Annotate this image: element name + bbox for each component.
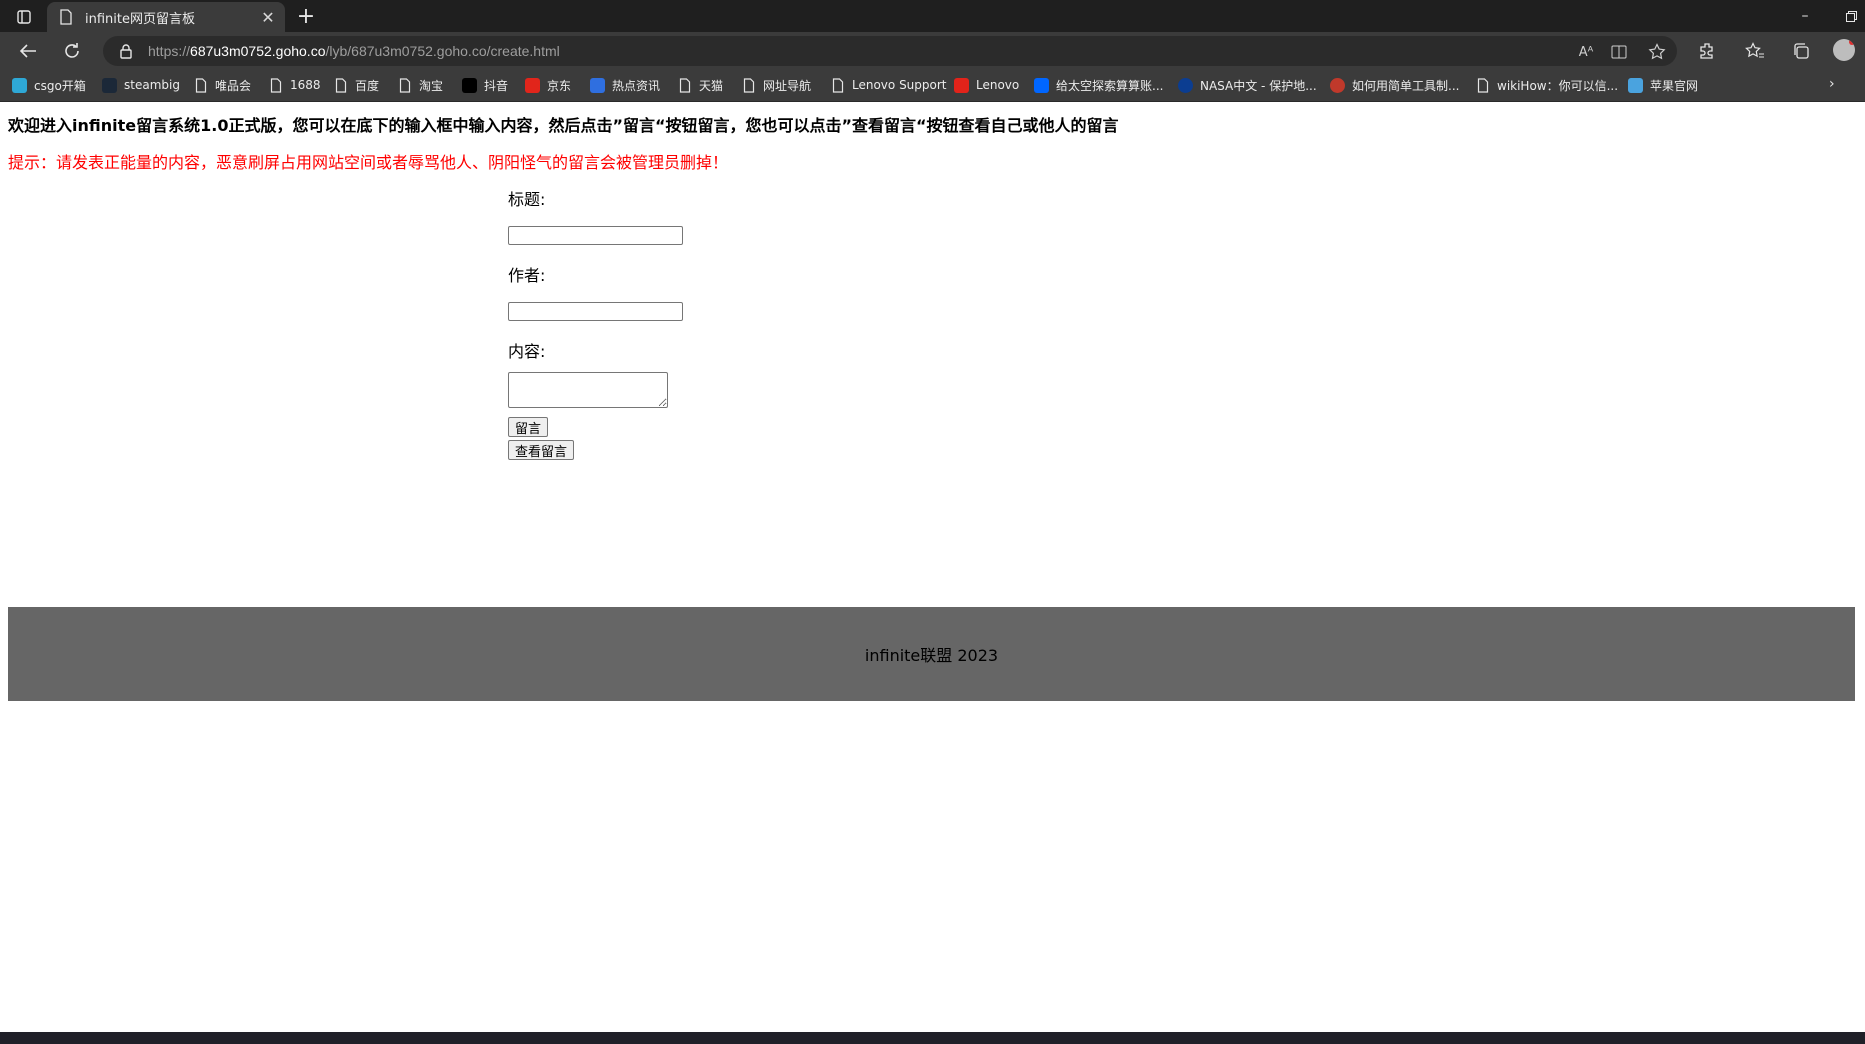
bookmark-label: Lenovo Support: [852, 78, 947, 92]
read-aloud-icon[interactable]: Aᴬ: [1577, 43, 1595, 61]
close-tab-icon[interactable]: ✕: [257, 6, 279, 28]
active-tab[interactable]: infinite网页留言板 ✕: [47, 2, 285, 32]
page-icon: [268, 77, 283, 93]
profile-avatar[interactable]: [1833, 39, 1855, 61]
tab-actions-icon[interactable]: [10, 6, 38, 28]
page-icon: [830, 77, 845, 93]
bookmark-label: Lenovo: [976, 78, 1020, 92]
favorites-icon[interactable]: [1742, 38, 1768, 64]
restore-icon[interactable]: [1836, 4, 1865, 28]
submit-message-button[interactable]: 留言: [508, 417, 549, 437]
tiktok-icon: [462, 77, 477, 93]
bookmark-label: csgo开箱: [34, 78, 86, 93]
tip-text: 提示：请发表正能量的内容，恶意刷屏占用网站空间或者辱骂他人、阴阳怪气的留言会被管…: [8, 153, 729, 172]
browser-toolbar: https://687u3m0752.goho.co/lyb/687u3m075…: [0, 32, 1865, 68]
bookmark-item[interactable]: 百度: [333, 76, 379, 94]
bookmark-label: 唯品会: [215, 78, 252, 93]
content-textarea[interactable]: [508, 372, 668, 408]
content-label: 内容:: [508, 342, 546, 361]
news-icon: [590, 77, 605, 93]
welcome-heading: 欢迎进入infinite留言系统1.0正式版，您可以在底下的输入框中输入内容，然…: [8, 116, 1119, 135]
bookmark-item[interactable]: 网址导航: [741, 76, 811, 94]
bookmark-item[interactable]: 给太空探索算算账...: [1034, 76, 1163, 94]
bookmark-label: 京东: [547, 78, 572, 93]
bookmark-label: 天猫: [699, 78, 724, 93]
bookmark-item[interactable]: 抖音: [462, 76, 508, 94]
bookmark-item[interactable]: wikiHow：你可以信...: [1475, 76, 1618, 94]
steam-icon: [102, 77, 117, 93]
refresh-button[interactable]: [58, 38, 86, 64]
bookmark-item[interactable]: 京东: [525, 76, 571, 94]
bookmark-label: steambig: [124, 78, 180, 92]
page-icon: [741, 77, 756, 93]
nasa-icon: [1178, 77, 1193, 93]
bookmark-item[interactable]: Lenovo Support: [830, 76, 947, 94]
bookmark-label: 给太空探索算算账...: [1056, 78, 1164, 93]
bookmark-item[interactable]: csgo开箱: [12, 76, 86, 94]
bookmarks-bar: › csgo开箱 steambig 唯品会 1688 百度 淘宝 抖音 京东 热点资讯 天猫 网址导…: [0, 68, 1865, 102]
author-input[interactable]: [508, 302, 683, 321]
lock-icon[interactable]: [118, 43, 134, 59]
url-text[interactable]: https://687u3m0752.goho.co/lyb/687u3m075…: [148, 43, 560, 59]
bookmark-label: 淘宝: [419, 78, 444, 93]
minimize-icon[interactable]: –: [1790, 4, 1820, 28]
title-bar: infinite网页留言板 ✕ + –: [0, 0, 1865, 32]
page-icon: [60, 9, 72, 25]
page-icon: [1475, 77, 1490, 93]
address-bar[interactable]: https://687u3m0752.goho.co/lyb/687u3m075…: [103, 36, 1677, 66]
lenovo-icon: [954, 77, 969, 93]
bookmark-item[interactable]: 热点资讯: [590, 76, 660, 94]
page-icon: [333, 77, 348, 93]
bookmark-item[interactable]: 天猫: [677, 76, 723, 94]
bookmark-label: NASA中文 - 保护地...: [1200, 78, 1317, 93]
red-circle-icon: [1330, 77, 1345, 93]
gear-flower-icon: [1628, 77, 1643, 93]
collections-icon[interactable]: [1788, 38, 1814, 64]
bookmark-label: wikiHow：你可以信...: [1497, 78, 1619, 93]
bookmark-item[interactable]: 1688: [268, 76, 321, 94]
bookmark-label: 网址导航: [763, 78, 812, 93]
bookmark-label: 抖音: [484, 78, 509, 93]
page-content: 欢迎进入infinite留言系统1.0正式版，您可以在底下的输入框中输入内容，然…: [0, 102, 1865, 1032]
favorite-star-icon[interactable]: [1648, 43, 1666, 61]
bookmark-item[interactable]: 淘宝: [397, 76, 443, 94]
reader-view-icon[interactable]: [1610, 43, 1628, 61]
back-button[interactable]: [14, 38, 42, 64]
bookmark-label: 百度: [355, 78, 380, 93]
bookmark-item[interactable]: 苹果官网: [1628, 76, 1698, 94]
bookmark-item[interactable]: 如何用简单工具制...: [1330, 76, 1459, 94]
bookmark-item[interactable]: Lenovo: [954, 76, 1019, 94]
jd-icon: [525, 77, 540, 93]
bookmark-label: 1688: [290, 78, 321, 92]
page-icon: [193, 77, 208, 93]
bookmark-label: 热点资讯: [612, 78, 661, 93]
csgo-icon: [12, 77, 27, 93]
title-input[interactable]: [508, 226, 683, 245]
bookmark-item[interactable]: 唯品会: [193, 76, 251, 94]
title-label: 标题:: [508, 190, 546, 209]
extensions-icon[interactable]: [1694, 38, 1720, 64]
new-tab-button[interactable]: +: [294, 5, 318, 29]
chevron-right-icon[interactable]: ›: [1829, 76, 1835, 92]
page-icon: [397, 77, 412, 93]
bookmark-label: 苹果官网: [1650, 78, 1699, 93]
zhihu-icon: [1034, 77, 1049, 93]
page-icon: [677, 77, 692, 93]
tab-title: infinite网页留言板: [85, 11, 195, 27]
author-label: 作者:: [508, 266, 546, 285]
footer-text: infinite联盟 2023: [864, 646, 999, 665]
taskbar: [0, 1032, 1865, 1044]
bookmark-item[interactable]: steambig: [102, 76, 180, 94]
view-messages-button[interactable]: 查看留言: [508, 440, 575, 460]
bookmark-item[interactable]: NASA中文 - 保护地...: [1178, 76, 1317, 94]
footer: infinite联盟 2023: [8, 607, 1855, 701]
bookmark-label: 如何用简单工具制...: [1352, 78, 1460, 93]
